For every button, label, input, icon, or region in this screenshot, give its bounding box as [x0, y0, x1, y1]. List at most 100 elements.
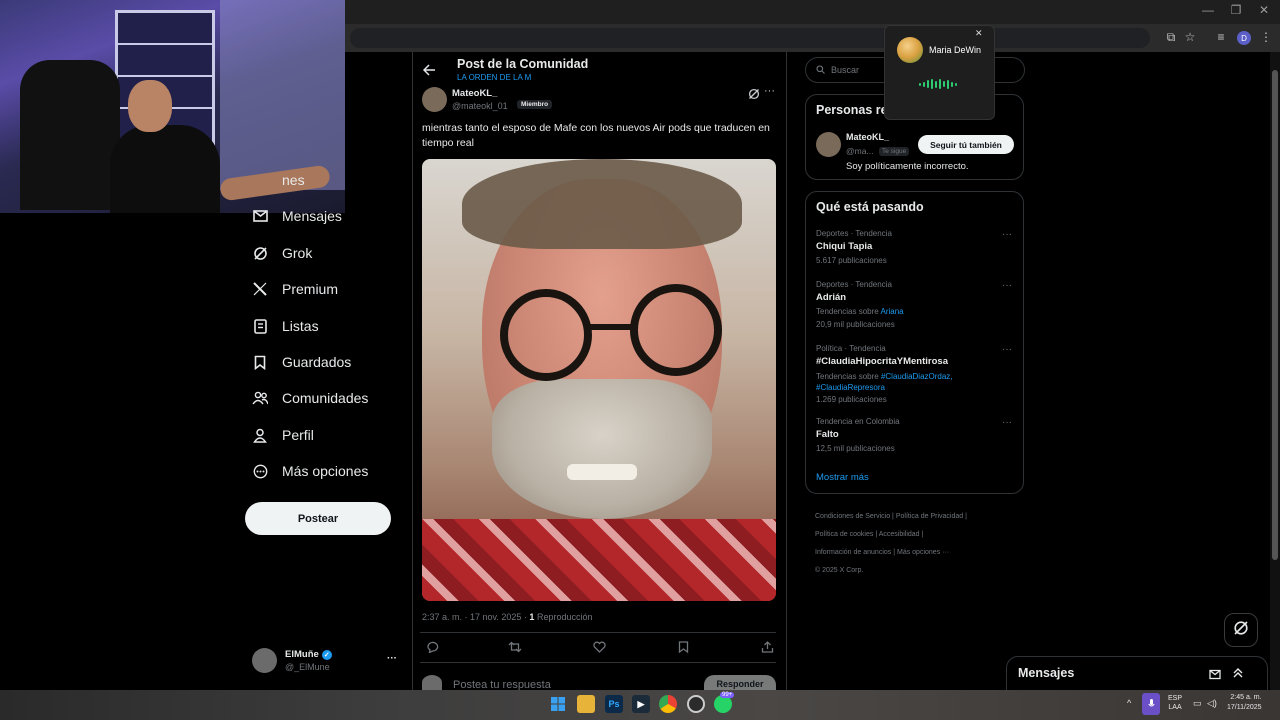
trend-more-icon[interactable]: ··· — [1002, 344, 1012, 355]
expand-chevron-icon[interactable] — [1232, 666, 1244, 684]
sidebar-item-communities[interactable]: Comunidades — [252, 380, 368, 416]
sidebar-item-lists[interactable]: Listas — [252, 308, 319, 344]
sidebar-item-more[interactable]: Más opciones — [252, 453, 368, 489]
footer-link[interactable]: Condiciones de Servicio — [815, 513, 890, 520]
sidebar-item-label: Premium — [282, 281, 339, 297]
profile-avatar[interactable]: D — [1237, 31, 1251, 45]
sidebar-item-notifications[interactable]: nes — [252, 162, 305, 198]
footer-link[interactable]: Información de anuncios — [815, 549, 891, 556]
like-heart-icon[interactable] — [590, 641, 608, 656]
chrome-icon[interactable] — [659, 695, 677, 713]
sidebar-item-label: Guardados — [282, 354, 352, 370]
footer-link[interactable]: Política de cookies — [815, 531, 873, 538]
sidebar-item-label: Grok — [282, 245, 313, 261]
back-arrow-icon[interactable] — [422, 63, 436, 81]
trend-related-link[interactable]: Ariana — [881, 307, 904, 316]
video-teeth — [567, 464, 637, 480]
follow-back-button[interactable]: Seguir tú también — [918, 135, 1014, 154]
footer-link[interactable]: Política de Privacidad — [896, 513, 963, 520]
trend-count: 1.269 publicaciones — [816, 395, 887, 405]
clock[interactable]: 2:45 a. m. 17/11/2025 — [1227, 693, 1262, 713]
trend-more-icon[interactable]: ··· — [1002, 229, 1012, 240]
account-more-icon[interactable]: ··· — [387, 653, 397, 664]
tray-chevron-icon[interactable]: ^ — [1127, 698, 1131, 708]
show-more-link[interactable]: Mostrar más — [816, 472, 869, 483]
suggested-user-name[interactable]: MateoKL_ — [846, 132, 889, 142]
trend-context: Deportes · Tendencia — [816, 229, 892, 238]
sidebar-item-messages[interactable]: Mensajes — [252, 198, 342, 234]
account-avatar[interactable] — [252, 648, 277, 673]
reply-button[interactable]: Responder — [704, 675, 776, 690]
address-bar[interactable] — [350, 28, 1150, 48]
photoshop-icon[interactable]: Ps — [605, 695, 623, 713]
reply-icon[interactable] — [423, 641, 441, 656]
file-explorer-icon[interactable] — [577, 695, 595, 713]
post-timestamp-row: 2:37 a. m. · 17 nov. 2025 · 1 Reproducci… — [422, 612, 593, 622]
reply-input[interactable]: Postea tu respuesta — [453, 679, 551, 690]
grok-floating-button[interactable] — [1224, 613, 1258, 647]
repost-icon[interactable] — [506, 641, 524, 656]
sidebar-item-grok[interactable]: Grok — [252, 235, 312, 271]
grok-post-icon[interactable] — [748, 87, 760, 105]
sidebar-item-profile[interactable]: Perfil — [252, 417, 314, 453]
popup-close-icon[interactable]: ✕ — [975, 28, 983, 39]
popup-name: Maria DeWin — [929, 45, 982, 55]
scrollbar-thumb[interactable] — [1272, 70, 1278, 560]
footer-links: Condiciones de Servicio | Política de Pr… — [815, 513, 967, 574]
divider — [420, 662, 776, 663]
keyboard-layout: LAA — [1168, 704, 1182, 711]
sidebar-item-label: nes — [282, 172, 305, 188]
footer-link[interactable]: Accesibilidad — [879, 531, 920, 538]
media-player-icon[interactable]: ▶ — [632, 695, 650, 713]
post-views-count: 1 — [529, 612, 535, 622]
clock-time: 2:45 a. m. — [1230, 694, 1262, 701]
trend-item[interactable]: Deportes · Tendencia Chiqui Tapia 5.617 … — [816, 229, 1014, 265]
search-placeholder: Buscar — [831, 65, 860, 75]
bookmark-action-icon[interactable] — [674, 641, 692, 656]
microphone-icon[interactable] — [1142, 693, 1160, 715]
minimize-button[interactable]: — — [1196, 3, 1220, 17]
windows-start-icon[interactable] — [549, 695, 567, 713]
messages-drawer[interactable]: Mensajes — [1006, 656, 1268, 690]
trend-more-icon[interactable]: ··· — [1002, 417, 1012, 428]
account-name-row[interactable]: ElMuñe ✓ — [285, 649, 332, 660]
cast-icon[interactable]: ⧉ — [1162, 30, 1180, 45]
trend-item[interactable]: Deportes · Tendencia Adrián Tendencias s… — [816, 280, 1014, 329]
follows-you-badge: Te sigue — [879, 147, 910, 156]
notification-badge: 99+ — [720, 692, 735, 698]
post-video[interactable] — [422, 159, 776, 601]
author-handle[interactable]: @mateokl_01 — [452, 101, 508, 111]
restore-button[interactable]: ❐ — [1224, 3, 1248, 17]
star-icon[interactable]: ☆ — [1181, 30, 1199, 44]
trend-context: Política · Tendencia — [816, 344, 886, 353]
language-indicator[interactable]: ESP LAA — [1168, 694, 1182, 712]
suggested-user-avatar[interactable] — [816, 132, 841, 157]
post-more-icon[interactable]: ··· — [764, 85, 775, 97]
footer-link[interactable]: Más opciones ··· — [897, 549, 949, 556]
menu-kebab-icon[interactable]: ⋮ — [1257, 30, 1275, 44]
network-icon[interactable]: ▭ — [1193, 698, 1202, 709]
trend-item[interactable]: Tendencia en Colombia Falto 12,5 mil pub… — [816, 417, 1014, 453]
audio-wave-icon — [919, 78, 959, 90]
volume-icon[interactable]: ◁) — [1207, 698, 1217, 709]
trends-title: Qué está pasando — [816, 200, 924, 214]
obs-icon[interactable] — [687, 695, 705, 713]
trend-count: 5.617 publicaciones — [816, 256, 887, 265]
author-avatar[interactable] — [422, 87, 447, 112]
trend-item[interactable]: Política · Tendencia #ClaudiaHipocritaYM… — [816, 344, 986, 404]
queue-icon[interactable]: ≡ — [1212, 30, 1230, 44]
post-button[interactable]: Postear — [245, 502, 391, 535]
trend-more-icon[interactable]: ··· — [1002, 280, 1012, 291]
author-name[interactable]: MateoKL_ — [452, 88, 497, 99]
sidebar-item-bookmarks[interactable]: Guardados — [252, 344, 351, 380]
trend-name: Adrián — [816, 292, 847, 303]
community-link[interactable]: LA ORDEN DE LA M — [457, 73, 531, 82]
trend-name: Chiqui Tapia — [816, 241, 873, 252]
new-message-icon[interactable] — [1209, 667, 1221, 685]
close-window-button[interactable]: ✕ — [1252, 3, 1276, 17]
account-name: ElMuñe — [285, 649, 319, 660]
sidebar-item-premium[interactable]: Premium — [252, 271, 338, 307]
account-handle: @_ElMune — [285, 662, 330, 672]
trend-context: Deportes · Tendencia — [816, 280, 892, 289]
share-icon[interactable] — [758, 641, 776, 656]
